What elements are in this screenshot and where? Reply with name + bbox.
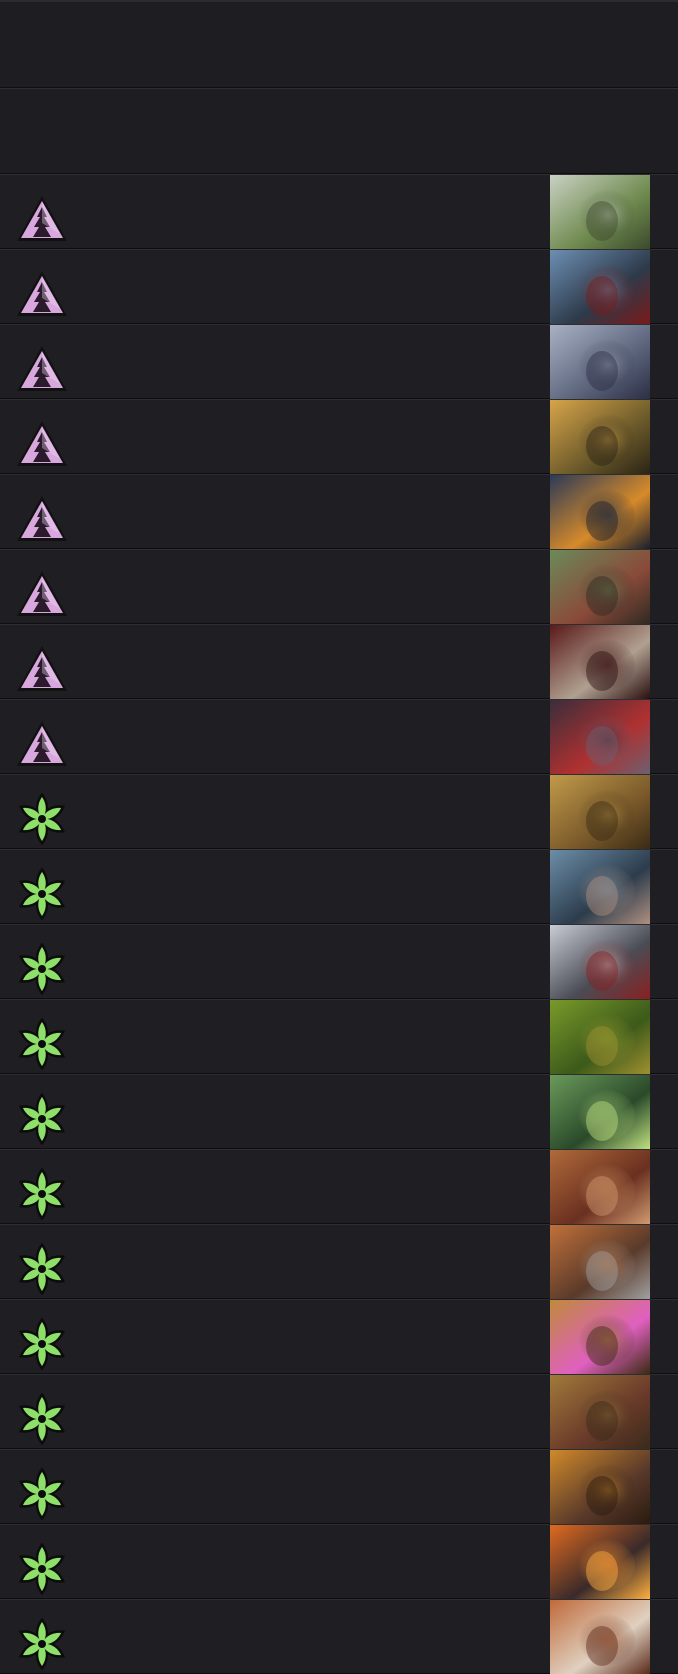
list-item[interactable] bbox=[0, 774, 678, 849]
card-list-page bbox=[0, 0, 678, 1674]
card-art-thumbnail bbox=[550, 625, 650, 699]
card-art-thumbnail bbox=[550, 250, 650, 324]
triangle-faction-icon bbox=[14, 718, 70, 770]
triangle-faction-icon bbox=[14, 568, 70, 620]
card-art-thumbnail bbox=[550, 175, 650, 249]
list-item[interactable] bbox=[0, 999, 678, 1074]
list-item[interactable] bbox=[0, 1299, 678, 1374]
list-item[interactable] bbox=[0, 549, 678, 624]
leaf-faction-icon bbox=[14, 868, 70, 920]
triangle-faction-icon bbox=[14, 268, 70, 320]
leaf-faction-icon bbox=[14, 1168, 70, 1220]
card-art-thumbnail bbox=[550, 1525, 650, 1599]
triangle-faction-icon bbox=[14, 343, 70, 395]
list-item[interactable] bbox=[0, 1149, 678, 1224]
list-item[interactable] bbox=[0, 1449, 678, 1524]
card-art-thumbnail bbox=[550, 1450, 650, 1524]
card-art-thumbnail bbox=[550, 400, 650, 474]
list-item[interactable] bbox=[0, 174, 678, 249]
leaf-faction-icon bbox=[14, 1543, 70, 1595]
header-bar-secondary bbox=[0, 88, 678, 174]
list-item[interactable] bbox=[0, 849, 678, 924]
list-item[interactable] bbox=[0, 1224, 678, 1299]
list-item[interactable] bbox=[0, 249, 678, 324]
card-art-thumbnail bbox=[550, 925, 650, 999]
triangle-faction-icon bbox=[14, 643, 70, 695]
list-item[interactable] bbox=[0, 699, 678, 774]
list-item[interactable] bbox=[0, 1374, 678, 1449]
card-art-thumbnail bbox=[550, 700, 650, 774]
leaf-faction-icon bbox=[14, 1618, 70, 1670]
card-art-thumbnail bbox=[550, 475, 650, 549]
leaf-faction-icon bbox=[14, 1318, 70, 1370]
list-item[interactable] bbox=[0, 474, 678, 549]
card-art-thumbnail bbox=[550, 550, 650, 624]
list-item[interactable] bbox=[0, 1599, 678, 1674]
leaf-faction-icon bbox=[14, 1093, 70, 1145]
list-item[interactable] bbox=[0, 399, 678, 474]
list-item[interactable] bbox=[0, 324, 678, 399]
card-art-thumbnail bbox=[550, 775, 650, 849]
list-item[interactable] bbox=[0, 1524, 678, 1599]
card-art-thumbnail bbox=[550, 1225, 650, 1299]
card-art-thumbnail bbox=[550, 1300, 650, 1374]
header-bar-top bbox=[0, 0, 678, 88]
list-item[interactable] bbox=[0, 924, 678, 999]
leaf-faction-icon bbox=[14, 1243, 70, 1295]
card-art-thumbnail bbox=[550, 325, 650, 399]
list-item[interactable] bbox=[0, 1074, 678, 1149]
leaf-faction-icon bbox=[14, 793, 70, 845]
triangle-faction-icon bbox=[14, 418, 70, 470]
card-art-thumbnail bbox=[550, 1000, 650, 1074]
card-art-thumbnail bbox=[550, 1375, 650, 1449]
triangle-faction-icon bbox=[14, 493, 70, 545]
card-art-thumbnail bbox=[550, 1075, 650, 1149]
leaf-faction-icon bbox=[14, 1018, 70, 1070]
list-item[interactable] bbox=[0, 624, 678, 699]
leaf-faction-icon bbox=[14, 1468, 70, 1520]
card-list bbox=[0, 174, 678, 1674]
card-art-thumbnail bbox=[550, 850, 650, 924]
card-art-thumbnail bbox=[550, 1600, 650, 1674]
triangle-faction-icon bbox=[14, 193, 70, 245]
leaf-faction-icon bbox=[14, 1393, 70, 1445]
leaf-faction-icon bbox=[14, 943, 70, 995]
card-art-thumbnail bbox=[550, 1150, 650, 1224]
